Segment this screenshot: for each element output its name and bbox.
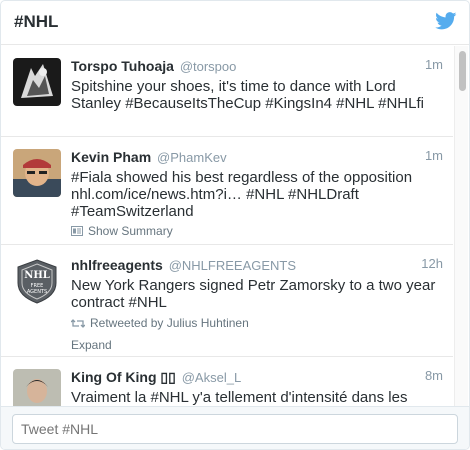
tweet[interactable]: Kevin Pham @PhamKev 1m #Fiala showed his… [1,137,453,245]
tweet-author-line: Torspo Tuhoaja @torspoo [71,57,443,76]
tweet-author-line: Kevin Pham @PhamKev [71,148,443,167]
expand-link[interactable]: Expand [71,338,443,352]
author-handle[interactable]: @Aksel_L [182,370,241,385]
author-handle[interactable]: @PhamKev [157,150,227,165]
timeline-title[interactable]: #NHL [14,12,58,32]
tweet-text: Spitshine your shoes, it's time to dance… [71,78,424,112]
avatar[interactable] [13,369,61,406]
tweet-text: New York Rangers signed Petr Zamorsky to… [71,277,436,311]
tweet-content: nhlfreeagents @NHLFREEAGENTS 12h New Yor… [71,256,443,352]
summary-icon [71,226,83,236]
tweet[interactable]: King Of King ▯▯ @Aksel_L 8m Vraiment la … [1,357,453,406]
svg-text:AGENTS: AGENTS [27,289,47,295]
tweet[interactable]: NHL FREE AGENTS nhlfreeagents @NHLFREEAG… [1,245,453,357]
widget-header: #NHL [1,1,469,45]
author-name[interactable]: King Of King ▯▯ [71,369,176,385]
tweet-text: Vraiment la #NHL y'a tellement d'intensi… [71,389,408,406]
retweeted-by: Retweeted by Julius Huhtinen [71,316,443,330]
tweet-content: Torspo Tuhoaja @torspoo 1m Spitshine you… [71,57,443,112]
compose-bar [1,406,469,449]
svg-text:NHL: NHL [24,270,50,281]
avatar[interactable]: NHL FREE AGENTS [13,257,61,305]
avatar[interactable] [13,149,61,197]
tweet[interactable]: Torspo Tuhoaja @torspoo 1m Spitshine you… [1,46,453,137]
author-name[interactable]: nhlfreeagents [71,257,163,273]
retweet-icon [71,318,85,328]
tweet-author-line: nhlfreeagents @NHLFREEAGENTS [71,256,443,275]
author-handle[interactable]: @torspoo [180,59,237,74]
tweet-timestamp[interactable]: 12h [421,256,443,271]
tweet-content: King Of King ▯▯ @Aksel_L 8m Vraiment la … [71,368,443,406]
tweet-timestamp[interactable]: 1m [425,57,443,72]
avatar[interactable] [13,58,61,106]
tweet-author-line: King Of King ▯▯ @Aksel_L [71,368,443,387]
author-handle[interactable]: @NHLFREEAGENTS [169,258,296,273]
scrollbar-thumb[interactable] [459,51,466,91]
retweeted-by-label[interactable]: Retweeted by Julius Huhtinen [90,316,249,330]
author-name[interactable]: Kevin Pham [71,149,151,165]
show-summary-label: Show Summary [88,224,173,238]
tweet-content: Kevin Pham @PhamKev 1m #Fiala showed his… [71,148,443,238]
tweet-timeline[interactable]: Torspo Tuhoaja @torspoo 1m Spitshine you… [1,46,453,406]
tweet-timestamp[interactable]: 1m [425,148,443,163]
tweet-timestamp[interactable]: 8m [425,368,443,383]
twitter-bird-icon[interactable] [435,12,457,30]
author-name[interactable]: Torspo Tuhoaja [71,58,174,74]
show-summary-link[interactable]: Show Summary [71,224,443,238]
tweet-text: #Fiala showed his best regardless of the… [71,169,413,220]
timeline-scrollbar[interactable] [454,46,468,406]
tweet-compose-input[interactable] [12,414,458,444]
twitter-timeline-widget: #NHL Torspo Tuhoaja @torspoo 1m Spitshin… [0,0,470,450]
